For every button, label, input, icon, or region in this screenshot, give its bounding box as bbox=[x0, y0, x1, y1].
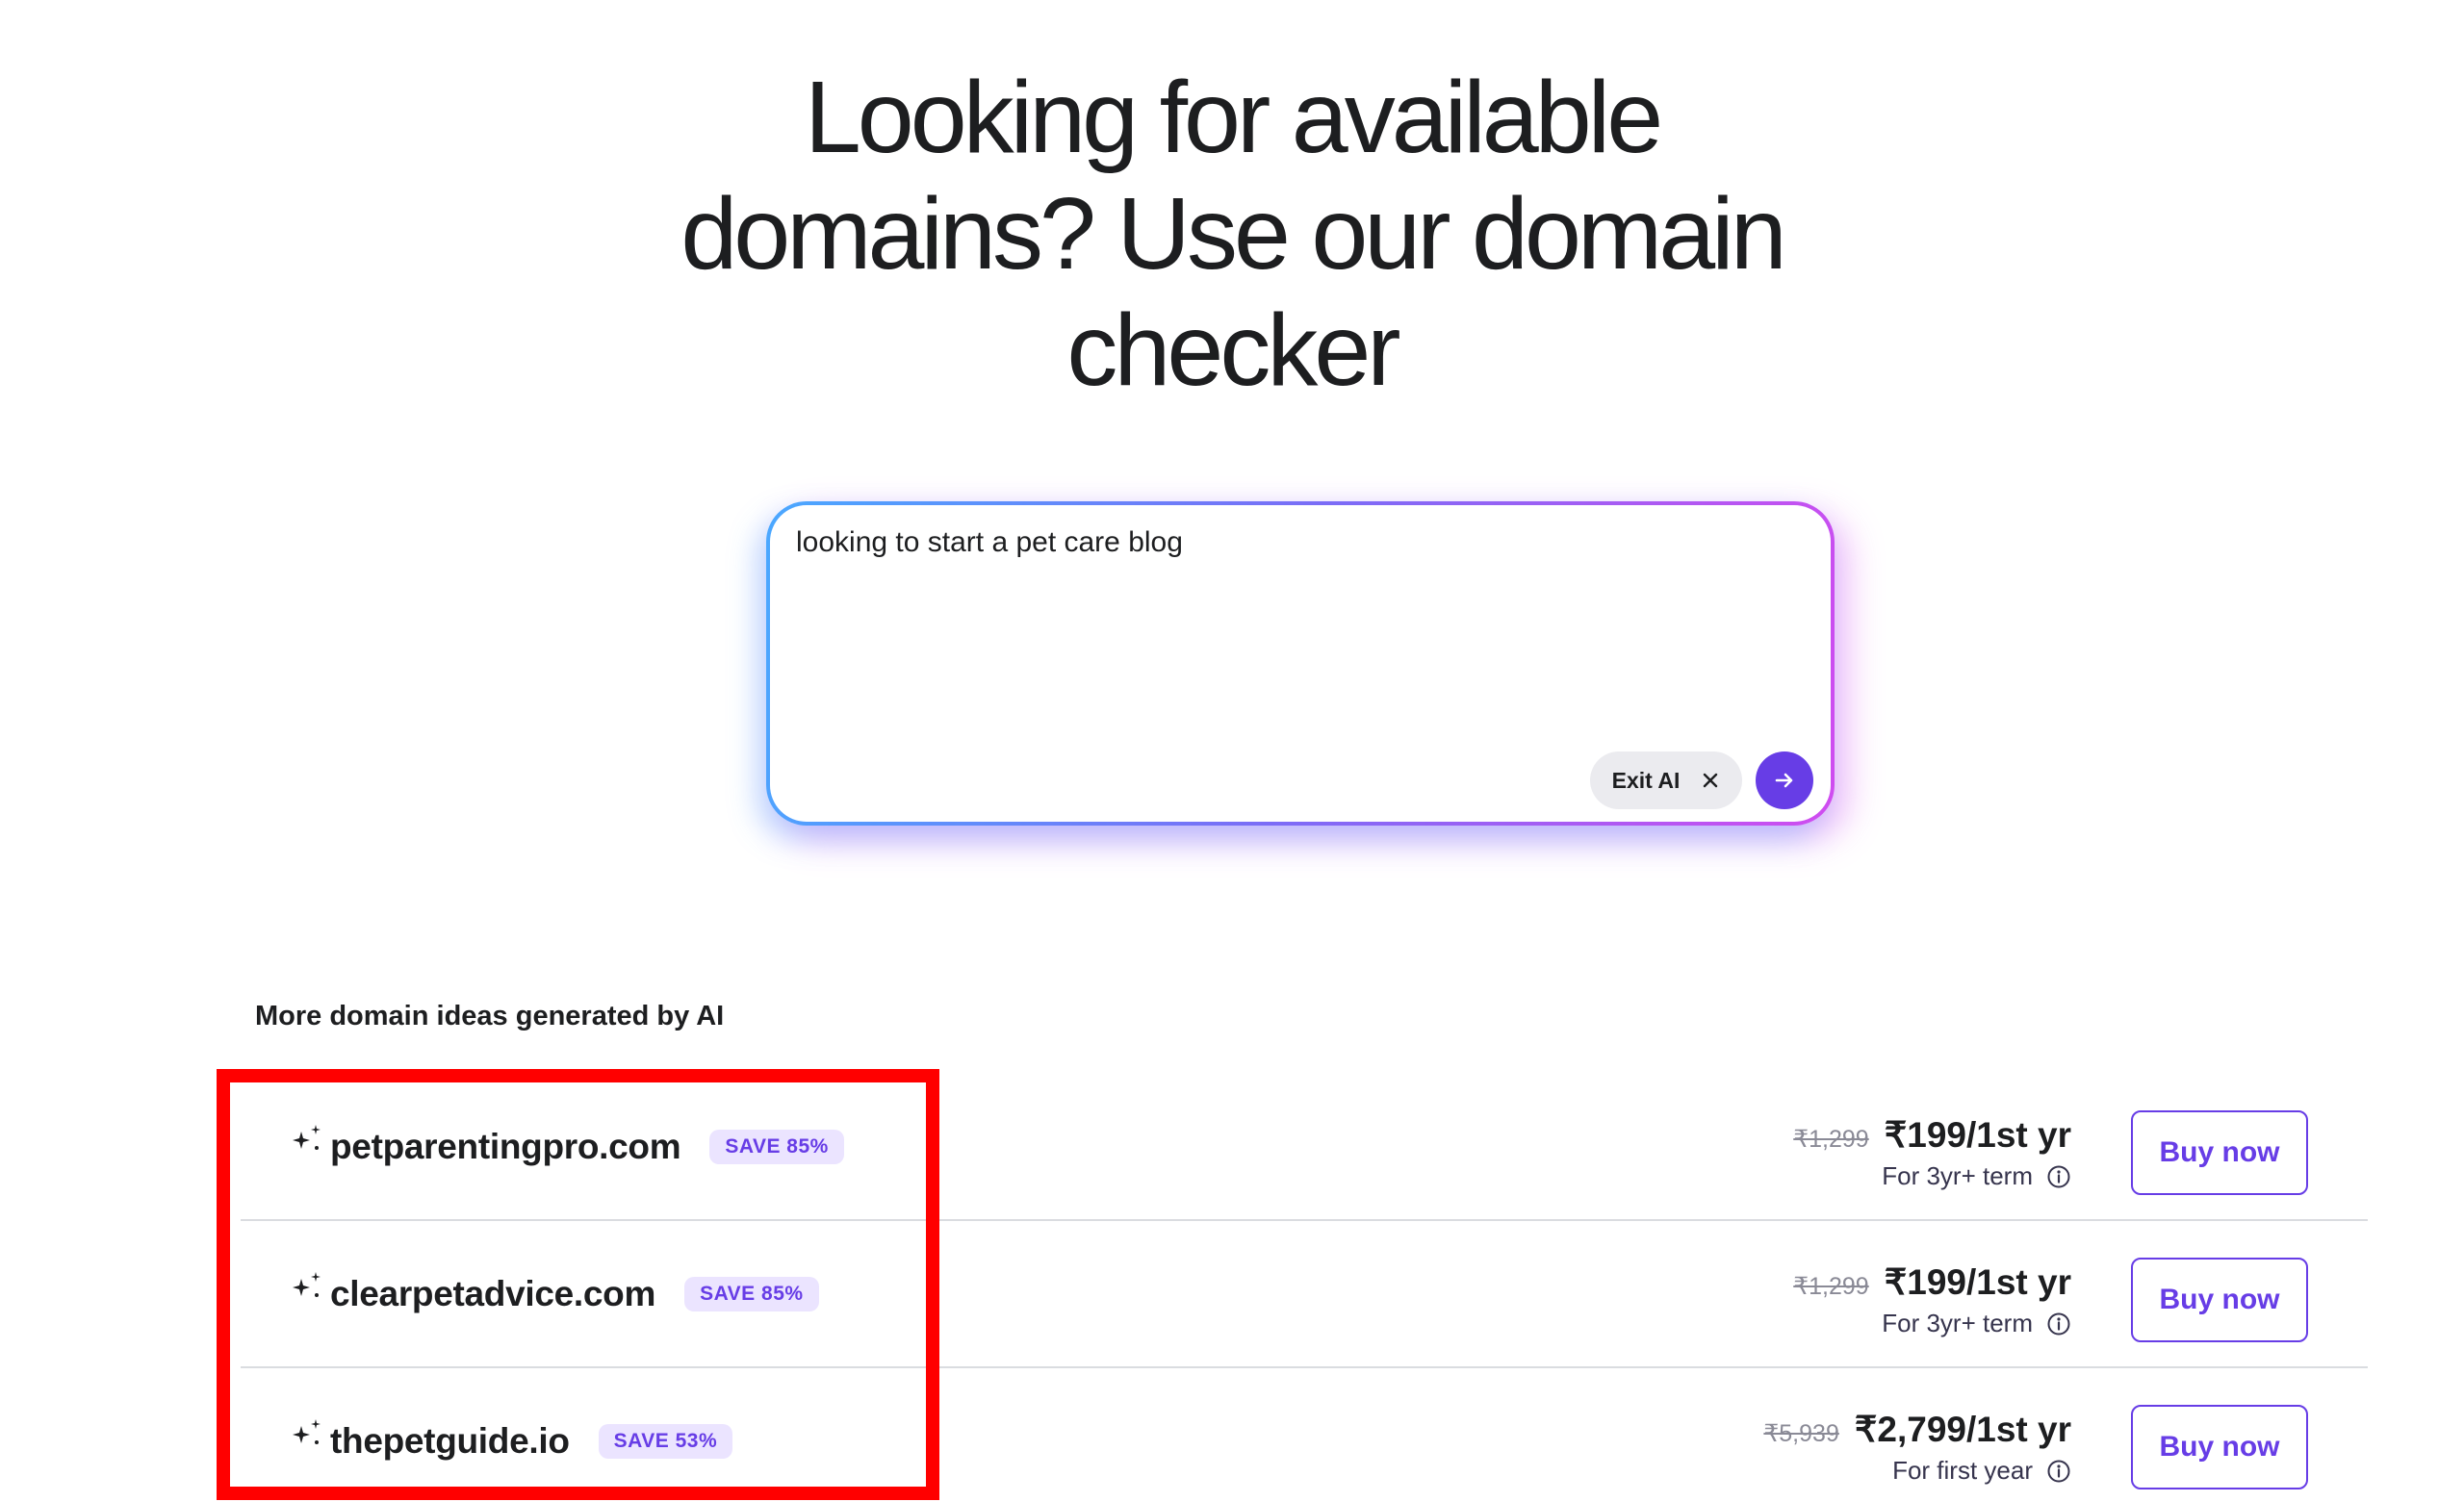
domain-info: thepetguide.io SAVE 53% bbox=[289, 1419, 733, 1462]
price-block: ₹1,299 ₹199/1st yr For 3yr+ term bbox=[1793, 1261, 2071, 1338]
headline-line-2: domains? Use our domain bbox=[680, 177, 1786, 291]
headline-line-1: Looking for available bbox=[804, 61, 1663, 174]
discounted-price: ₹2,799/1st yr bbox=[1854, 1410, 2071, 1449]
domain-info: clearpetadvice.com SAVE 85% bbox=[289, 1272, 819, 1314]
save-badge: SAVE 53% bbox=[598, 1424, 733, 1459]
arrow-right-icon bbox=[1775, 773, 1793, 788]
headline-line-3: checker bbox=[1066, 293, 1400, 407]
sparkle-icon bbox=[293, 1272, 321, 1297]
domain-info: petparentingpro.com SAVE 85% bbox=[289, 1125, 844, 1167]
page-title: Looking for available domains? Use our d… bbox=[0, 60, 2464, 409]
term-line: For 3yr+ term bbox=[1793, 1161, 2071, 1191]
exit-ai-label: Exit AI bbox=[1611, 767, 1681, 793]
save-badge: SAVE 85% bbox=[684, 1277, 819, 1311]
buy-now-button[interactable]: Buy now bbox=[2131, 1110, 2308, 1195]
price-block: ₹1,299 ₹199/1st yr For 3yr+ term bbox=[1793, 1114, 2071, 1191]
original-price: ₹1,299 bbox=[1793, 1126, 1869, 1153]
close-icon bbox=[1704, 773, 1718, 788]
section-title: More domain ideas generated by AI bbox=[255, 1001, 725, 1031]
domain-result-row: thepetguide.io SAVE 53% ₹5,939 ₹2,799/1s… bbox=[241, 1368, 2368, 1502]
term-text: For 3yr+ term bbox=[1882, 1161, 2033, 1190]
term-text: For 3yr+ term bbox=[1882, 1309, 2033, 1337]
domain-result-row: clearpetadvice.com SAVE 85% ₹1,299 ₹199/… bbox=[241, 1221, 2368, 1368]
buy-now-button[interactable]: Buy now bbox=[2131, 1258, 2308, 1342]
price-line: ₹1,299 ₹199/1st yr bbox=[1793, 1261, 2071, 1303]
sparkle-icon bbox=[293, 1419, 321, 1444]
term-text: For first year bbox=[1892, 1456, 2033, 1485]
original-price: ₹1,299 bbox=[1793, 1273, 1869, 1300]
exit-ai-button[interactable]: Exit AI bbox=[1590, 751, 1742, 809]
domain-results-list: petparentingpro.com SAVE 85% ₹1,299 ₹199… bbox=[241, 1074, 2368, 1502]
save-badge: SAVE 85% bbox=[709, 1130, 844, 1164]
discounted-price: ₹199/1st yr bbox=[1884, 1115, 2071, 1155]
buy-now-button[interactable]: Buy now bbox=[2131, 1405, 2308, 1489]
term-line: For first year bbox=[1763, 1456, 2071, 1486]
submit-button[interactable] bbox=[1756, 751, 1813, 809]
info-icon[interactable] bbox=[2046, 1311, 2071, 1337]
price-block: ₹5,939 ₹2,799/1st yr For first year bbox=[1763, 1409, 2071, 1486]
sparkle-icon bbox=[293, 1125, 321, 1150]
info-icon[interactable] bbox=[2046, 1459, 2071, 1484]
ai-prompt-box: looking to start a pet care blog Exit AI bbox=[766, 501, 1835, 826]
domain-result-row: petparentingpro.com SAVE 85% ₹1,299 ₹199… bbox=[241, 1074, 2368, 1221]
discounted-price: ₹199/1st yr bbox=[1884, 1262, 2071, 1302]
domain-name: clearpetadvice.com bbox=[330, 1274, 656, 1313]
page: Looking for available domains? Use our d… bbox=[0, 0, 2464, 1502]
price-line: ₹5,939 ₹2,799/1st yr bbox=[1763, 1409, 2071, 1450]
ai-prompt-input[interactable]: looking to start a pet care blog bbox=[796, 526, 1792, 559]
price-line: ₹1,299 ₹199/1st yr bbox=[1793, 1114, 2071, 1156]
info-icon[interactable] bbox=[2046, 1164, 2071, 1189]
domain-name: petparentingpro.com bbox=[330, 1127, 681, 1166]
domain-name: thepetguide.io bbox=[330, 1421, 570, 1461]
term-line: For 3yr+ term bbox=[1793, 1309, 2071, 1338]
original-price: ₹5,939 bbox=[1763, 1420, 1839, 1447]
ai-prompt-inner: looking to start a pet care blog Exit AI bbox=[770, 505, 1831, 822]
